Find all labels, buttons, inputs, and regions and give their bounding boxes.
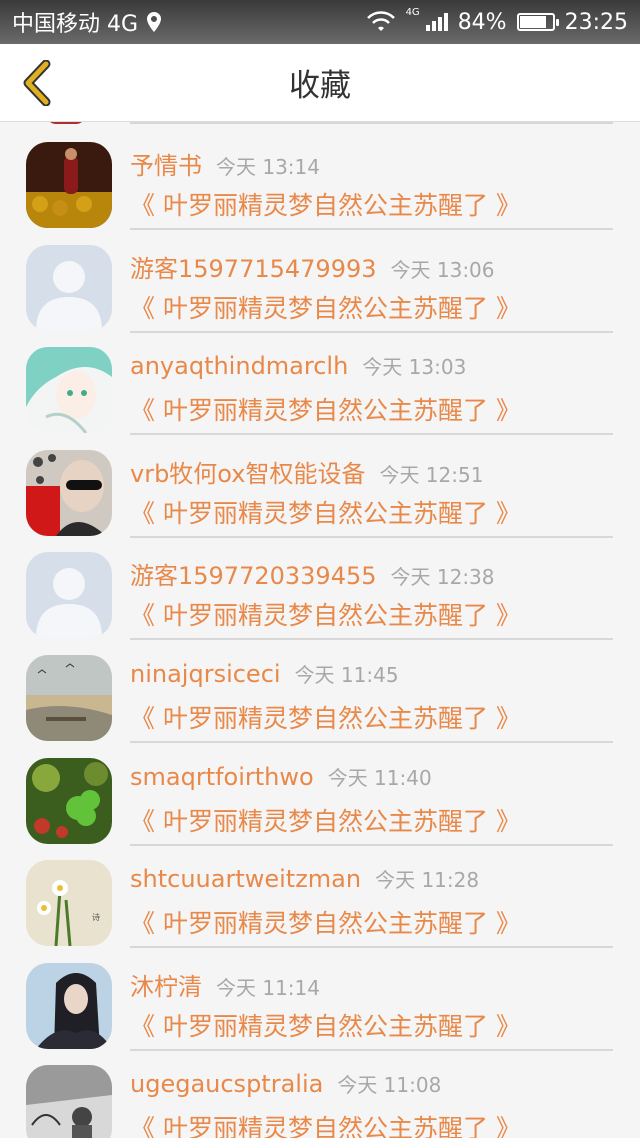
item-subject[interactable]: 《 叶罗丽精灵梦自然公主苏醒了 》 (130, 699, 521, 735)
wifi-icon (366, 11, 395, 31)
item-content: ugegaucsptralia 今天 11:08 《 叶罗丽精灵梦自然公主苏醒了 … (130, 1063, 613, 1138)
item-content: shtcuuartweitzman 今天 11:28 《 叶罗丽精灵梦自然公主苏醒… (130, 858, 613, 949)
avatar[interactable] (26, 1065, 112, 1138)
signal-icon (425, 13, 448, 31)
item-subject[interactable]: 《 叶罗丽精灵梦自然公主苏醒了 》 (130, 391, 521, 427)
list-item[interactable]: smaqrtfoirthwo 今天 11:40 《 叶罗丽精灵梦自然公主苏醒了 》 (0, 756, 640, 859)
chevron-left-icon (23, 60, 51, 106)
avatar[interactable] (26, 449, 112, 536)
list-item[interactable]: ninajqrsiceci 今天 11:45 《 叶罗丽精灵梦自然公主苏醒了 》 (0, 653, 640, 756)
list-item[interactable]: 游客1597720339455 今天 12:38 《 叶罗丽精灵梦自然公主苏醒了 … (0, 550, 640, 653)
list-item[interactable]: 沐柠清 今天 11:14 《 叶罗丽精灵梦自然公主苏醒了 》 (0, 961, 640, 1064)
user-name: smaqrtfoirthwo (130, 762, 314, 791)
item-time: 今天 13:06 (390, 257, 495, 282)
user-name: anyaqthindmarclh (130, 352, 349, 381)
item-time: 今天 11:14 (216, 975, 320, 1000)
item-content: smaqrtfoirthwo 今天 11:40 《 叶罗丽精灵梦自然公主苏醒了 》 (130, 756, 613, 846)
item-time: 今天 11:08 (337, 1073, 442, 1098)
list-item[interactable]: ugegaucsptralia 今天 11:08 《 叶罗丽精灵梦自然公主苏醒了 … (0, 1063, 640, 1138)
svg-text:诗: 诗 (92, 912, 100, 922)
item-time: 今天 13:14 (216, 155, 320, 179)
item-content: 予情书 今天 13:14 《 叶罗丽精灵梦自然公主苏醒了 》 (130, 140, 613, 230)
list-item[interactable]: vrb牧何ox智权能设备 今天 12:51 《 叶罗丽精灵梦自然公主苏醒了 》 (0, 448, 640, 551)
item-content: vrb牧何ox智权能设备 今天 12:51 《 叶罗丽精灵梦自然公主苏醒了 》 (130, 448, 613, 538)
item-content: 游客1597715479993 今天 13:06 《 叶罗丽精灵梦自然公主苏醒了 … (130, 243, 613, 333)
user-name: 游客1597720339455 (130, 562, 377, 591)
item-time: 今天 11:45 (294, 663, 399, 687)
avatar[interactable] (26, 757, 112, 844)
user-name: ugegaucsptralia (130, 1070, 324, 1099)
item-subject[interactable]: 《 叶罗丽精灵梦自然公主苏醒了 》 (130, 494, 521, 530)
item-subject[interactable]: 《 叶罗丽精灵梦自然公主苏醒了 》 (130, 596, 521, 632)
item-subject[interactable]: 《 叶罗丽精灵梦自然公主苏醒了 》 (130, 1109, 521, 1138)
battery-percent: 84% (457, 9, 507, 35)
user-name: vrb牧何ox智权能设备 (130, 459, 366, 488)
app-header: 收藏 (0, 44, 640, 122)
list-item[interactable]: 予情书 今天 13:14 《 叶罗丽精灵梦自然公主苏醒了 》 (0, 140, 640, 243)
page-title: 收藏 (289, 68, 351, 104)
avatar[interactable] (26, 244, 112, 331)
avatar[interactable] (26, 142, 112, 228)
user-name: 予情书 (130, 152, 202, 180)
clock: 23:25 (564, 9, 628, 35)
partial-avatar (46, 122, 86, 124)
avatar[interactable] (26, 655, 112, 741)
battery-icon (516, 13, 559, 31)
item-content: 游客1597720339455 今天 12:38 《 叶罗丽精灵梦自然公主苏醒了 … (130, 550, 613, 641)
item-time: 今天 12:51 (379, 462, 484, 487)
item-time: 今天 11:40 (327, 765, 432, 790)
item-content: 沐柠清 今天 11:14 《 叶罗丽精灵梦自然公主苏醒了 》 (130, 961, 613, 1051)
favorites-list: 予情书 今天 13:14 《 叶罗丽精灵梦自然公主苏醒了 》 游客15977154… (0, 122, 640, 1138)
avatar[interactable] (26, 962, 112, 1049)
item-content: anyaqthindmarclh 今天 13:03 《 叶罗丽精灵梦自然公主苏醒了… (130, 345, 613, 436)
user-name: shtcuuartweitzman (130, 865, 362, 894)
network-type-label: 4G (405, 6, 420, 18)
user-name: 游客1597715479993 (130, 254, 377, 283)
carrier-label: 中国移动 4G (12, 12, 139, 37)
list-divider (130, 122, 613, 124)
list-item[interactable]: anyaqthindmarclh 今天 13:03 《 叶罗丽精灵梦自然公主苏醒了… (0, 345, 640, 448)
item-time: 今天 11:28 (375, 868, 480, 893)
location-icon (147, 12, 162, 32)
avatar[interactable] (26, 552, 112, 639)
item-subject[interactable]: 《 叶罗丽精灵梦自然公主苏醒了 》 (130, 904, 521, 940)
avatar[interactable]: 诗 (26, 860, 112, 947)
item-time: 今天 13:03 (362, 355, 467, 380)
item-subject[interactable]: 《 叶罗丽精灵梦自然公主苏醒了 》 (130, 186, 521, 222)
item-subject[interactable]: 《 叶罗丽精灵梦自然公主苏醒了 》 (130, 802, 521, 838)
avatar[interactable] (26, 347, 112, 434)
back-button[interactable] (12, 58, 62, 108)
item-time: 今天 12:38 (390, 565, 495, 590)
item-content: ninajqrsiceci 今天 11:45 《 叶罗丽精灵梦自然公主苏醒了 》 (130, 653, 613, 743)
list-item[interactable]: 诗 shtcuuartweitzman 今天 11:28 《 叶罗丽精灵梦自然公主… (0, 858, 640, 961)
status-bar: 中国移动 4G 4G 84% 23:25 (0, 0, 640, 44)
user-name: 沐柠清 (130, 972, 202, 1001)
item-subject[interactable]: 《 叶罗丽精灵梦自然公主苏醒了 》 (130, 289, 521, 325)
user-name: ninajqrsiceci (130, 660, 281, 688)
list-item[interactable]: 游客1597715479993 今天 13:06 《 叶罗丽精灵梦自然公主苏醒了 … (0, 243, 640, 346)
item-subject[interactable]: 《 叶罗丽精灵梦自然公主苏醒了 》 (130, 1007, 521, 1043)
